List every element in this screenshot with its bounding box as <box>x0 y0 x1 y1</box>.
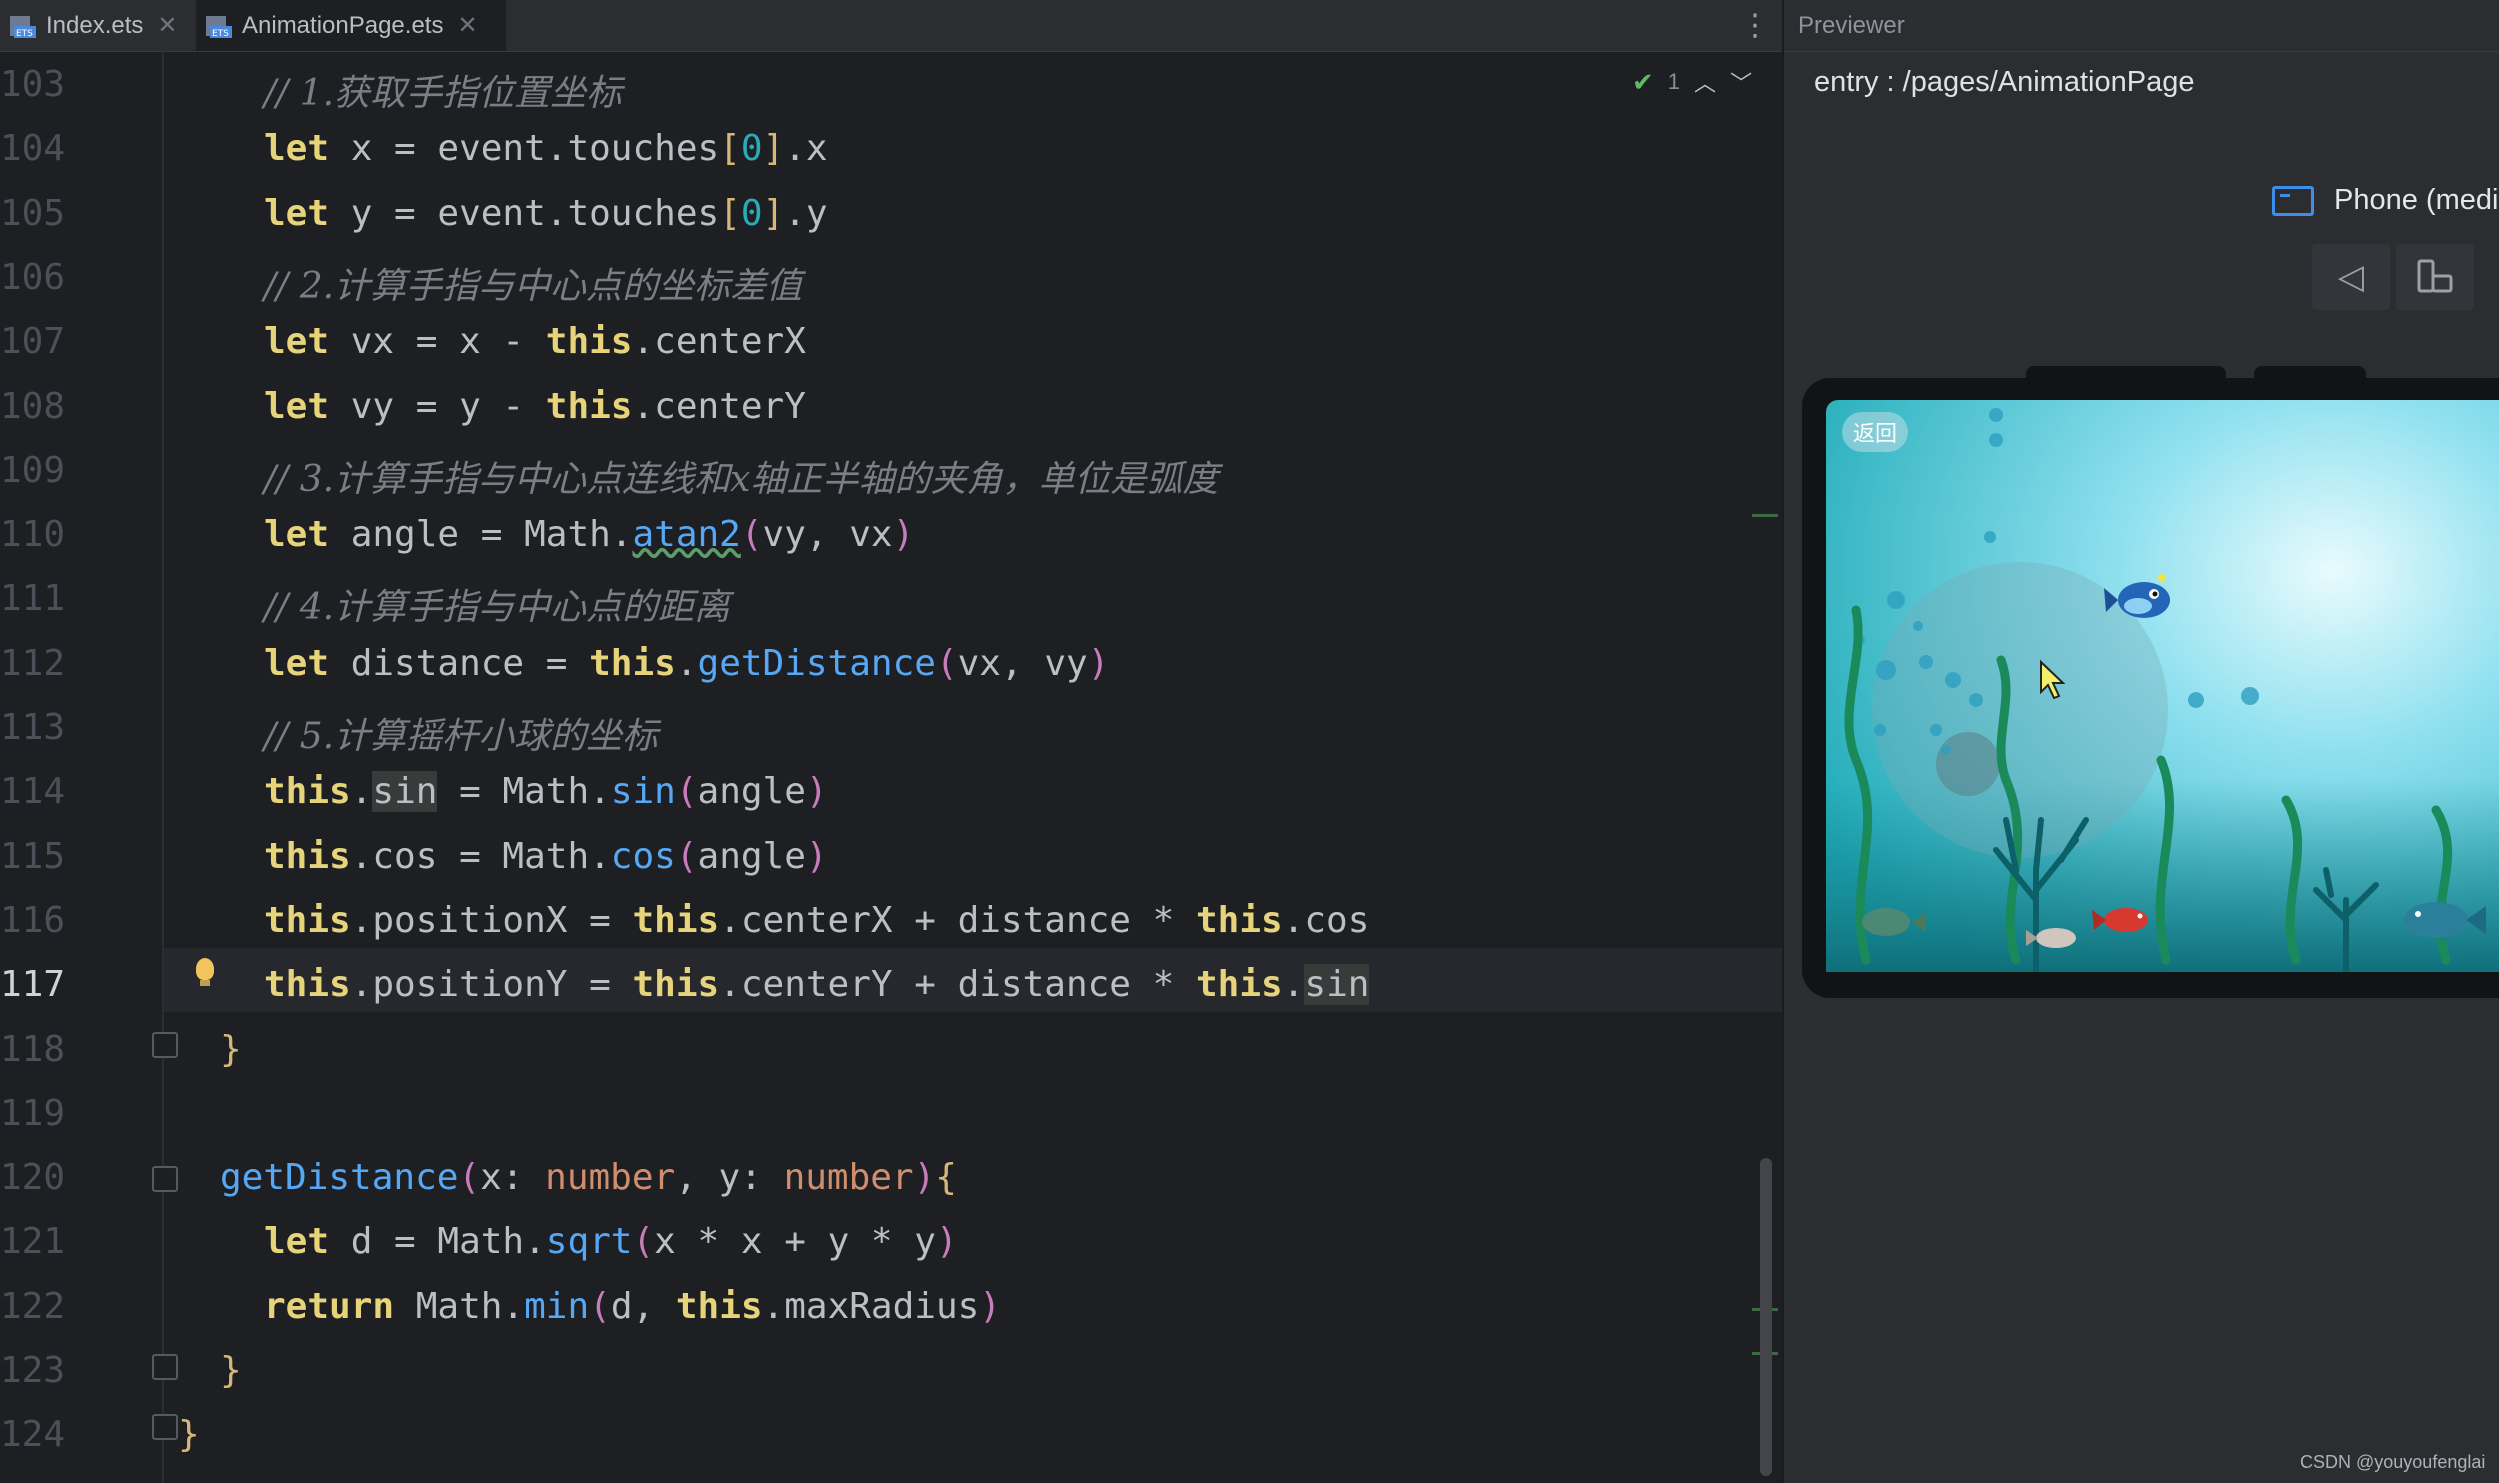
line-number: 115 <box>0 835 66 877</box>
tab-animationpage-ets[interactable]: ETS AnimationPage.ets ✕ <box>196 0 506 51</box>
ets-file-icon: ETS <box>204 12 232 40</box>
line-number: 123 <box>0 1350 66 1391</box>
line-number: 116 <box>0 899 66 941</box>
code-line[interactable]: } <box>178 1414 200 1455</box>
line-number: 120 <box>0 1157 66 1199</box>
code-line[interactable]: // 2.计算手指与中心点的坐标差值 <box>264 257 802 309</box>
code-line[interactable]: this.positionX = this.centerX + distance… <box>264 900 1369 941</box>
code-line[interactable]: this.sin = Math.sin(angle) <box>264 771 828 813</box>
line-number: 113 <box>0 707 66 748</box>
line-number: 106 <box>0 256 66 298</box>
line-number: 105 <box>0 192 66 234</box>
editor-tab-bar: ETS Index.ets ✕ ETS AnimationPage.ets ✕ … <box>0 0 1782 52</box>
watermark: CSDN @youyoufenglai <box>2300 1452 2486 1472</box>
code-line[interactable]: let vy = y - this.centerY <box>264 386 806 427</box>
chevron-up-icon[interactable]: ︿ <box>1694 66 1716 98</box>
code-line[interactable]: getDistance(x: number, y: number){ <box>220 1157 957 1198</box>
lightbulb-icon[interactable] <box>196 958 214 986</box>
fold-end-icon[interactable] <box>152 1032 178 1058</box>
line-number: 108 <box>0 385 66 427</box>
line-number: 119 <box>0 1092 66 1134</box>
fold-end-icon[interactable] <box>152 1354 178 1380</box>
previewer-title: Previewer <box>1798 12 1905 39</box>
back-button[interactable]: 返回 <box>1842 412 1908 452</box>
line-number: 103 <box>0 64 66 105</box>
line-number: 121 <box>0 1221 66 1263</box>
gutter-divider <box>162 51 164 1483</box>
check-icon: ✔ <box>1632 66 1654 97</box>
inspection-count: 1 <box>1667 69 1681 94</box>
line-number: 114 <box>0 771 66 813</box>
fold-end-icon[interactable] <box>152 1414 178 1440</box>
code-line[interactable]: this.cos = Math.cos(angle) <box>264 836 828 877</box>
line-number: 117 <box>0 964 66 1006</box>
code-line[interactable]: let y = event.touches[0].y <box>264 193 828 234</box>
code-line[interactable]: // 4.计算手指与中心点的距离 <box>264 578 730 630</box>
rotate-device-icon[interactable] <box>2396 244 2474 310</box>
chevron-down-icon[interactable]: ﹀ <box>1730 66 1752 98</box>
tab-label: AnimationPage.ets <box>242 11 444 39</box>
line-number: 122 <box>0 1285 66 1327</box>
vertical-scrollbar[interactable] <box>1760 1158 1772 1476</box>
app-screen[interactable]: 返回 <box>1826 400 2499 972</box>
ocean-scene <box>1826 400 2499 972</box>
code-line[interactable]: let d = Math.sqrt(x * x + y * y) <box>264 1221 958 1262</box>
inspection-widget[interactable]: ✔ 1 ︿ ﹀ <box>1632 66 1752 98</box>
tab-index-ets[interactable]: ETS Index.ets ✕ <box>0 0 188 51</box>
code-line[interactable]: // 3.计算手指与中心点连线和x轴正半轴的夹角，单位是弧度 <box>264 450 1218 502</box>
code-line[interactable]: return Math.min(d, this.maxRadius) <box>264 1286 1001 1327</box>
code-editor[interactable]: ETS Index.ets ✕ ETS AnimationPage.ets ✕ … <box>0 0 1782 1483</box>
line-number: 110 <box>0 514 66 556</box>
previewer-toolbar: ◁ <box>2312 244 2499 310</box>
line-number: 124 <box>0 1414 66 1456</box>
back-triangle-icon[interactable]: ◁ <box>2312 244 2390 310</box>
line-number: 104 <box>0 128 66 170</box>
code-line[interactable]: let x = event.touches[0].x <box>264 128 828 169</box>
close-icon[interactable]: ✕ <box>457 11 477 40</box>
more-options-icon[interactable]: ⋮ <box>1740 8 1770 43</box>
code-line[interactable]: let angle = Math.atan2(vy, vx) <box>264 514 914 555</box>
svg-text:ETS: ETS <box>212 29 229 39</box>
code-line[interactable]: // 1.获取手指位置坐标 <box>264 64 622 116</box>
line-number: 112 <box>0 642 66 684</box>
page-route: entry : /pages/AnimationPage <box>1814 66 2195 98</box>
fold-start-icon[interactable] <box>152 1166 178 1192</box>
phone-device-icon <box>2272 185 2314 216</box>
code-line[interactable]: // 5.计算摇杆小球的坐标 <box>264 707 658 759</box>
line-number: 107 <box>0 321 66 363</box>
volume-button <box>2026 366 2226 378</box>
change-marker <box>1752 514 1778 517</box>
joystick-knob <box>1936 732 2000 796</box>
line-number: 109 <box>0 449 66 491</box>
line-number: 111 <box>0 578 66 620</box>
tab-label: Index.ets <box>46 11 144 39</box>
ets-file-icon: ETS <box>8 12 36 40</box>
close-icon[interactable]: ✕ <box>157 11 177 40</box>
code-line[interactable]: } <box>220 1350 242 1391</box>
line-number: 118 <box>0 1028 66 1070</box>
code-line[interactable]: let distance = this.getDistance(vx, vy) <box>264 643 1109 684</box>
code-line[interactable]: } <box>220 1029 242 1070</box>
device-selector[interactable]: Phone (medi <box>2272 184 2498 217</box>
previewer-panel: Previewer entry : /pages/AnimationPage P… <box>1782 0 2499 1483</box>
power-button <box>2254 366 2366 378</box>
device-label: Phone (medi <box>2334 184 2499 216</box>
svg-text:ETS: ETS <box>16 29 33 39</box>
code-line[interactable]: this.positionY = this.centerY + distance… <box>264 964 1370 1006</box>
previewer-header: Previewer <box>1784 0 2499 52</box>
code-line[interactable]: let vx = x - this.centerX <box>264 321 806 362</box>
